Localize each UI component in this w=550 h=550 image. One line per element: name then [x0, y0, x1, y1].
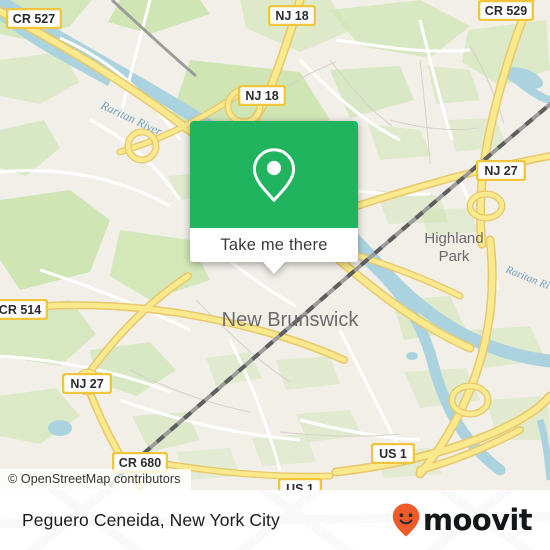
footer-place-title: Peguero Ceneida, New York City: [22, 490, 280, 550]
shield-nj-27-left[interactable]: NJ 27: [62, 373, 112, 394]
svg-text:CR 527: CR 527: [13, 12, 55, 26]
map-attribution: © OpenStreetMap contributors: [0, 469, 191, 490]
svg-text:CR 529: CR 529: [485, 4, 527, 18]
location-popup: Take me there: [190, 121, 358, 262]
svg-text:US 1: US 1: [379, 447, 407, 461]
take-me-there-button[interactable]: Take me there: [190, 228, 358, 262]
place-label-new-brunswick: New Brunswick: [222, 309, 360, 331]
footer-bar: Peguero Ceneida, New York City moovit: [0, 490, 550, 550]
svg-text:NJ 27: NJ 27: [484, 164, 517, 178]
shield-nj-18-mid[interactable]: NJ 18: [238, 85, 286, 106]
shield-cr-514[interactable]: CR 514: [0, 299, 48, 320]
svg-text:NJ 18: NJ 18: [245, 89, 278, 103]
moovit-logo[interactable]: moovit: [391, 490, 532, 550]
moovit-pin-icon: [391, 502, 421, 538]
svg-text:CR 514: CR 514: [0, 303, 41, 317]
shield-us-1-bottom[interactable]: US 1: [278, 478, 322, 490]
svg-text:US 1: US 1: [286, 482, 314, 490]
moovit-wordmark: moovit: [423, 503, 532, 537]
location-pin-icon: [246, 147, 302, 203]
svg-text:NJ 18: NJ 18: [275, 9, 308, 23]
svg-text:CR 680: CR 680: [119, 456, 161, 470]
popup-pointer-tail: [263, 262, 285, 274]
shield-nj-27-right[interactable]: NJ 27: [476, 160, 526, 181]
map-screen: New Brunswick Highland Park Raritan Rive…: [0, 0, 550, 550]
shield-us-1-right[interactable]: US 1: [371, 443, 415, 464]
place-label-highland-park-line1: Highland: [424, 230, 483, 247]
place-label-highland-park-line2: Park: [439, 248, 470, 265]
popup-icon-area: [190, 121, 358, 228]
shield-cr-527[interactable]: CR 527: [6, 8, 62, 29]
take-me-there-label: Take me there: [220, 236, 327, 255]
svg-text:NJ 27: NJ 27: [70, 377, 103, 391]
shield-nj-18-top[interactable]: NJ 18: [268, 5, 316, 26]
shield-cr-529[interactable]: CR 529: [478, 0, 534, 21]
